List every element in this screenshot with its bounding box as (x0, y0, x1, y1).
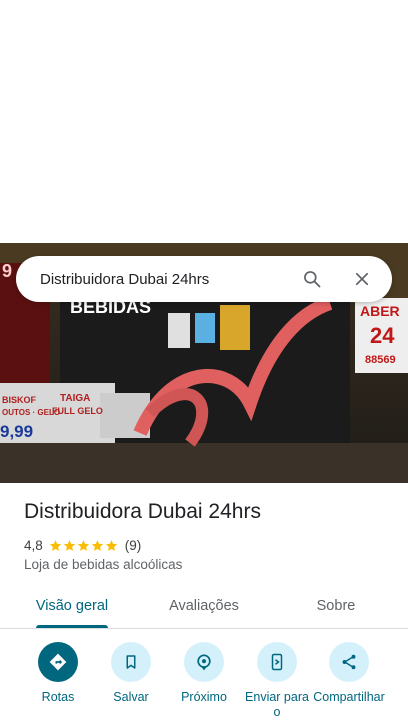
directions-icon[interactable] (38, 642, 78, 682)
star-icon (105, 539, 117, 551)
send-to-phone-label: Enviar para o (245, 690, 309, 719)
close-icon[interactable] (350, 267, 374, 291)
send-to-phone-button[interactable]: Enviar para o (240, 642, 314, 720)
directions-label: Rotas (41, 690, 75, 704)
banner2-line2: FULL GELO (52, 406, 103, 416)
save-label: Salvar (113, 690, 149, 704)
place-category[interactable]: Loja de bebidas alcoólicas (24, 557, 182, 572)
directions-button[interactable]: Rotas (21, 642, 95, 705)
nearby-button[interactable]: Próximo (167, 642, 241, 705)
share-icon[interactable] (329, 642, 369, 682)
side-digit: 9 (2, 261, 12, 281)
action-buttons: Rotas Salvar Próximo Enviar para o Compa… (0, 642, 408, 726)
tab-reviews[interactable]: Avaliações (160, 584, 248, 628)
search-input[interactable]: Distribuidora Dubai 24hrs (40, 271, 300, 288)
star-icon (63, 539, 75, 551)
banner2-title: TAIGA (60, 393, 90, 404)
nearby-icon[interactable] (184, 642, 224, 682)
banner1-title: BISKOF (2, 395, 37, 405)
map-area-blank (0, 0, 408, 243)
star-icon (77, 539, 89, 551)
star-icon (91, 539, 103, 551)
rating-value: 4,8 (24, 537, 43, 553)
search-icon[interactable] (300, 267, 324, 291)
share-button[interactable]: Compartilhar (312, 642, 386, 705)
tab-about[interactable]: Sobre (306, 584, 366, 628)
hours-sign: 24 (370, 323, 395, 348)
rating-stars (49, 539, 119, 552)
share-label: Compartilhar (313, 690, 385, 704)
send-to-phone-icon[interactable] (257, 642, 297, 682)
tab-overview[interactable]: Visão geral (30, 584, 114, 628)
active-tab-indicator (36, 625, 108, 628)
star-icon (49, 539, 61, 551)
bookmark-icon[interactable] (111, 642, 151, 682)
aberto-sign: ABER (360, 303, 400, 319)
phone-sign: 88569 (365, 354, 396, 366)
banner1-price: 9,99 (0, 422, 33, 441)
rating-row[interactable]: 4,8 (9) (24, 536, 141, 554)
place-title: Distribuidora Dubai 24hrs (24, 500, 261, 523)
nearby-label: Próximo (181, 690, 227, 704)
review-count[interactable]: (9) (125, 538, 142, 553)
save-button[interactable]: Salvar (94, 642, 168, 705)
search-bar[interactable]: Distribuidora Dubai 24hrs (16, 256, 392, 302)
tab-bar: Visão geral Avaliações Sobre (0, 584, 408, 629)
